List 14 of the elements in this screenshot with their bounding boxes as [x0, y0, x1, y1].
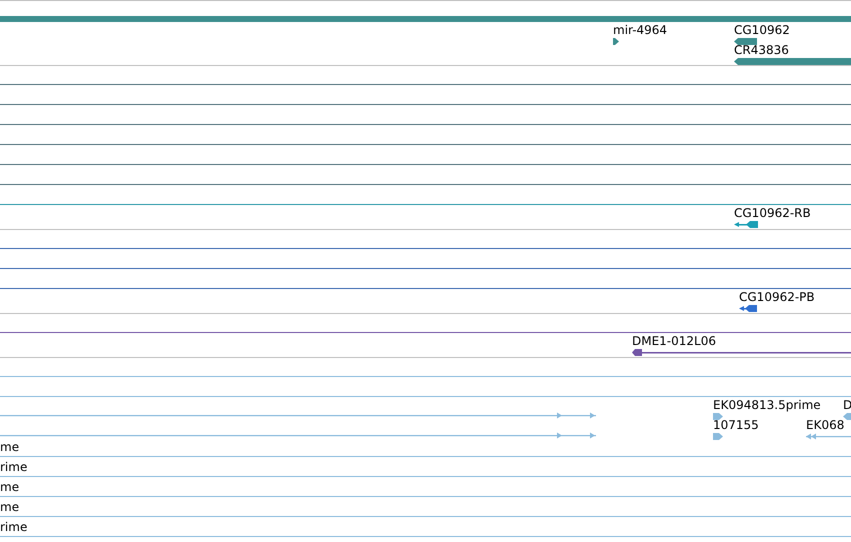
- feature-label: CR43836: [734, 43, 789, 57]
- feature-label: 107155: [713, 418, 759, 432]
- feature-label: CG10962-PB: [739, 290, 815, 304]
- feature-label: rime: [0, 460, 28, 474]
- feature-label: me: [0, 440, 20, 454]
- feature-label: me: [0, 480, 20, 494]
- feature-label: DME1-012L06: [632, 334, 716, 348]
- feature-label: CG10962-RB: [734, 206, 811, 220]
- feature-label: EK068: [806, 418, 844, 432]
- feature-label: EK094813.5prime: [713, 398, 821, 412]
- feature-label: CG10962: [734, 23, 790, 37]
- feature-label: mir-4964: [613, 23, 668, 37]
- feature-label: me: [0, 500, 20, 514]
- feature-label: rime: [0, 520, 28, 534]
